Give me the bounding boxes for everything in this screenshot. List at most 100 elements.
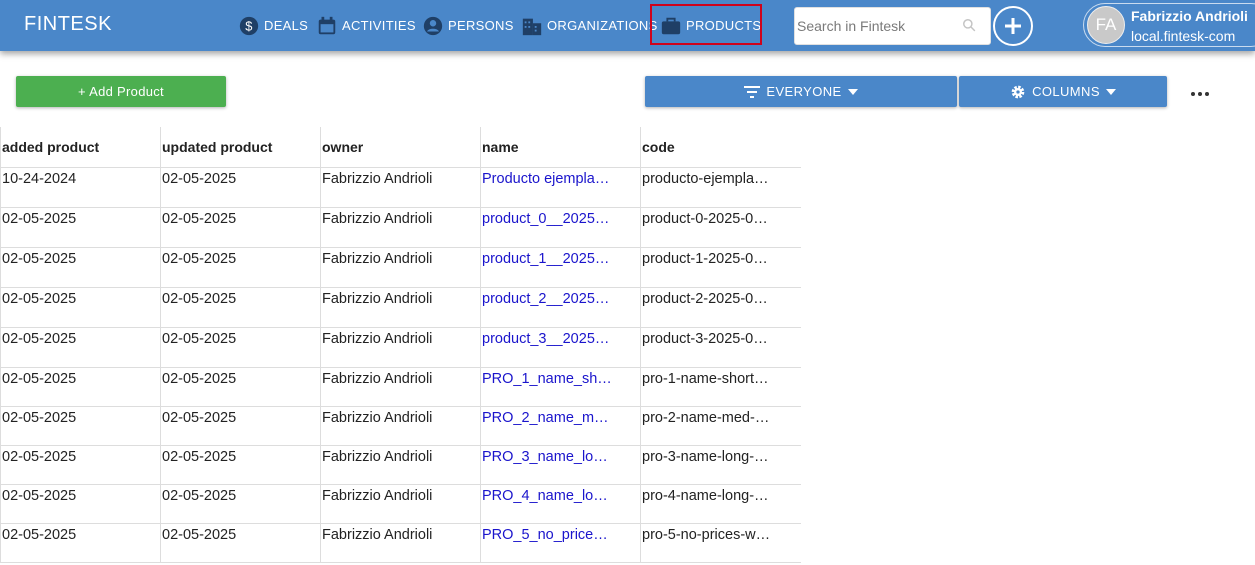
table-row: 02-05-2025 02-05-2025 Fabrizzio Andrioli PR… [0,406,801,446]
plus-icon [1005,18,1021,34]
column-header[interactable]: name [480,127,641,168]
table-cell-owner: Fabrizzio Andrioli [320,406,481,446]
nav-organizations[interactable]: ORGANIZATIONS [521,0,658,51]
nav-products-highlight [650,4,762,45]
filter-everyone-button[interactable]: EVERYONE [645,76,957,107]
table-cell-added-product: 02-05-2025 [0,367,161,407]
table-cell-added-product: 02-05-2025 [0,445,161,485]
table-row: 02-05-2025 02-05-2025 Fabrizzio Andrioli pr… [0,247,801,288]
table-cell-updated-product: 02-05-2025 [160,484,321,524]
table-cell-added-product: 02-05-2025 [0,207,161,248]
table-cell-name[interactable]: product_2__2025… [480,287,641,328]
top-navbar: FINTESK $ DEALS ACTIVITIES PERSONS ORGAN… [0,0,1255,51]
table-cell-code: pro-4-name-long-… [640,484,801,524]
table-cell-name[interactable]: product_1__2025… [480,247,641,288]
table-cell-name[interactable]: PRO_5_no_price… [480,523,641,563]
table-cell-added-product: 02-05-2025 [0,247,161,288]
table-row: 02-05-2025 02-05-2025 Fabrizzio Andrioli PR… [0,367,801,407]
nav-organizations-label: ORGANIZATIONS [547,18,658,33]
avatar[interactable]: FA [1087,6,1125,44]
building-icon [522,18,542,35]
table-cell-code: product-3-2025-0… [640,327,801,368]
nav-activities-label: ACTIVITIES [342,18,416,33]
table-cell-owner: Fabrizzio Andrioli [320,247,481,288]
user-domain: local.fintesk-com [1131,28,1236,44]
table-row: 02-05-2025 02-05-2025 Fabrizzio Andrioli pr… [0,207,801,248]
table-cell-owner: Fabrizzio Andrioli [320,207,481,248]
table-cell-name[interactable]: product_0__2025… [480,207,641,248]
table-cell-name[interactable]: PRO_4_name_lo… [480,484,641,524]
table-cell-updated-product: 02-05-2025 [160,287,321,328]
table-cell-added-product: 02-05-2025 [0,327,161,368]
filter-label: EVERYONE [766,84,842,99]
table-cell-added-product: 02-05-2025 [0,287,161,328]
table-cell-added-product: 02-05-2025 [0,484,161,524]
columns-label: COLUMNS [1032,84,1100,99]
table-cell-updated-product: 02-05-2025 [160,327,321,368]
search-input[interactable] [795,8,957,44]
nav-persons[interactable]: PERSONS [422,0,514,51]
table-cell-owner: Fabrizzio Andrioli [320,167,481,208]
table-cell-owner: Fabrizzio Andrioli [320,445,481,485]
nav-deals[interactable]: $ DEALS [238,0,308,51]
add-product-button[interactable]: + Add Product [16,76,226,107]
table-cell-updated-product: 02-05-2025 [160,167,321,208]
table-cell-code: pro-2-name-med-… [640,406,801,446]
table-row: 10-24-2024 02-05-2025 Fabrizzio Andrioli Pr… [0,167,801,208]
table-cell-updated-product: 02-05-2025 [160,406,321,446]
table-cell-owner: Fabrizzio Andrioli [320,327,481,368]
svg-text:$: $ [245,18,252,33]
table-cell-name[interactable]: PRO_2_name_m… [480,406,641,446]
table-row: 02-05-2025 02-05-2025 Fabrizzio Andrioli pr… [0,287,801,328]
table-cell-code: pro-5-no-prices-w… [640,523,801,563]
table-cell-owner: Fabrizzio Andrioli [320,287,481,328]
table-body: 10-24-2024 02-05-2025 Fabrizzio Andrioli Pr… [0,167,801,563]
quick-add-button[interactable] [993,6,1033,46]
column-header[interactable]: updated product [160,127,321,168]
table-row: 02-05-2025 02-05-2025 Fabrizzio Andrioli pr… [0,327,801,368]
table-cell-updated-product: 02-05-2025 [160,445,321,485]
table-cell-name[interactable]: product_3__2025… [480,327,641,368]
table-row: 02-05-2025 02-05-2025 Fabrizzio Andrioli PR… [0,484,801,524]
caret-down-icon [847,88,858,95]
table-cell-name[interactable]: PRO_1_name_sh… [480,367,641,407]
nav-activities[interactable]: ACTIVITIES [316,0,416,51]
table-cell-name[interactable]: Producto ejempla… [480,167,641,208]
table-cell-code: product-0-2025-0… [640,207,801,248]
table-cell-updated-product: 02-05-2025 [160,207,321,248]
table-cell-owner: Fabrizzio Andrioli [320,367,481,407]
table-cell-code: pro-1-name-short… [640,367,801,407]
table-cell-owner: Fabrizzio Andrioli [320,523,481,563]
column-header[interactable]: owner [320,127,481,168]
products-table: added product updated product owner name cod… [0,127,801,563]
more-options-button[interactable] [1186,85,1214,103]
table-cell-code: producto-ejempla… [640,167,801,208]
column-header[interactable]: code [640,127,801,168]
table-cell-owner: Fabrizzio Andrioli [320,484,481,524]
table-cell-added-product: 10-24-2024 [0,167,161,208]
table-header-row: added product updated product owner name cod… [0,127,801,168]
brand-logo[interactable]: FINTESK [24,13,112,36]
table-cell-code: product-1-2025-0… [640,247,801,288]
nav-deals-label: DEALS [264,18,309,33]
filter-icon [744,85,761,98]
person-icon [423,16,443,35]
columns-button[interactable]: COLUMNS [959,76,1167,107]
caret-down-icon [1105,88,1116,95]
dollar-circle-icon: $ [239,16,259,35]
column-header[interactable]: added product [0,127,161,168]
search-box[interactable] [794,7,991,45]
table-row: 02-05-2025 02-05-2025 Fabrizzio Andrioli PR… [0,445,801,485]
table-cell-updated-product: 02-05-2025 [160,523,321,563]
table-cell-added-product: 02-05-2025 [0,406,161,446]
calendar-icon [318,16,336,34]
table-cell-added-product: 02-05-2025 [0,523,161,563]
table-cell-name[interactable]: PRO_3_name_lo… [480,445,641,485]
user-name: Fabrizzio Andrioli [1131,8,1248,24]
nav-persons-label: PERSONS [448,18,514,33]
table-cell-updated-product: 02-05-2025 [160,367,321,407]
table-cell-code: pro-3-name-long-… [640,445,801,485]
search-icon[interactable] [962,18,976,32]
table-row: 02-05-2025 02-05-2025 Fabrizzio Andrioli PR… [0,523,801,563]
table-cell-updated-product: 02-05-2025 [160,247,321,288]
